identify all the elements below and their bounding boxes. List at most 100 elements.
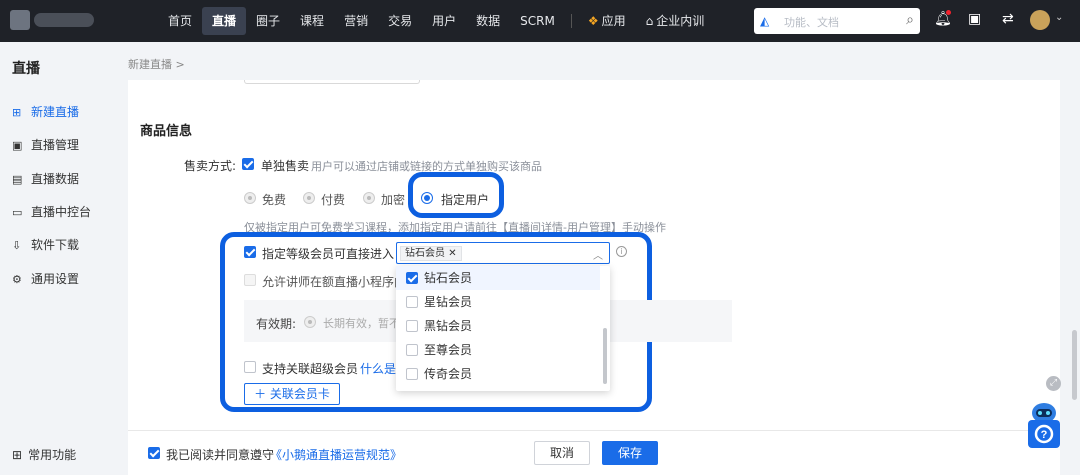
info-icon[interactable]: i [616,246,627,257]
nav-data[interactable]: 数据 [466,7,510,35]
download-icon: ⇩ [12,239,22,252]
training-icon: ⌂ [645,14,654,28]
common-functions-label: 常用功能 [28,448,77,462]
radio-free-label: 免费 [262,193,287,207]
nav-apps[interactable]: ❖ 应用 [578,7,636,35]
new-live-icon: ⊞ [12,106,22,119]
tag-close-icon[interactable]: ✕ [448,248,456,259]
radio-free[interactable] [244,192,256,204]
search-input[interactable]: 功能、文档 [784,14,839,30]
dropdown-option-supreme[interactable]: 至尊会员 [396,338,600,362]
sidebar-item-settings[interactable]: ⚙ 通用设置 [12,269,79,289]
what-is-super-member-link[interactable]: 什么是 [360,360,396,377]
selected-member-tag-label: 钻石会员 [405,248,445,259]
sidebar-item-new-live[interactable]: ⊞ 新建直播 [12,102,79,122]
validity-label: 有效期: [256,317,297,331]
nav-live[interactable]: 直播 [202,7,247,35]
sale-mode-label: 售卖方式: [184,159,237,173]
common-functions[interactable]: ⊞ 常用功能 [12,446,76,463]
console-icon: ▭ [12,206,23,219]
radio-paid[interactable] [303,192,315,204]
sidebar-item-label: 新建直播 [31,105,80,119]
help-robot-icon[interactable]: ? [1028,400,1060,448]
nav-home[interactable]: 首页 [158,7,202,35]
option-label: 黑钻会员 [424,319,473,333]
main-nav: 首页 直播 圈子 课程 营销 交易 用户 数据 SCRM ❖ 应用 ⌂ 企业内训 [158,7,714,35]
radio-encrypted[interactable] [363,192,375,204]
notification-dot [946,10,951,15]
super-member-checkbox[interactable] [244,361,256,373]
member-level-select[interactable]: 钻石会员 ✕ ︿ [396,242,610,264]
chevron-up-icon[interactable]: ︿ [593,247,603,262]
selected-member-tag: 钻石会员 ✕ [400,246,462,261]
expand-icon[interactable]: ⤢ [1046,376,1061,391]
save-button[interactable]: 保存 [602,441,658,465]
nav-circle[interactable]: 圈子 [246,7,290,35]
sidebar-item-label: 直播管理 [31,138,80,152]
member-level-checkbox[interactable] [244,246,256,258]
add-member-card-label: 关联会员卡 [269,387,330,401]
nav-training[interactable]: ⌂ 企业内训 [636,7,715,35]
dropdown-scrollbar[interactable] [603,328,607,384]
nav-users[interactable]: 用户 [422,7,466,35]
sidebar-item-download[interactable]: ⇩ 软件下载 [12,235,79,255]
option-checkbox[interactable] [406,344,418,356]
radio-paid-label: 付费 [321,193,346,207]
manage-icon: ▣ [12,139,23,152]
section-title: 商品信息 [140,124,193,139]
dropdown-option-black-diamond[interactable]: 黑钻会员 [396,314,600,338]
dropdown-option-star-diamond[interactable]: 星钻会员 [396,290,600,314]
data-icon: ▤ [12,173,23,186]
option-checkbox[interactable] [406,272,418,284]
option-checkbox[interactable] [406,368,418,380]
apps-grid-icon: ❖ [587,14,599,28]
app-logo[interactable] [10,10,30,30]
grid-icon: ⊞ [12,448,23,462]
validity-value: 长期有效，暂不 [323,317,400,330]
nav-divider [570,14,572,28]
avatar[interactable] [1030,10,1050,30]
nav-scrm[interactable]: SCRM [510,7,565,35]
add-member-card-button[interactable]: ＋ 关联会员卡 [244,383,340,405]
sidebar-item-label: 通用设置 [31,272,80,286]
main-form: 商品信息 售卖方式: 单独售卖 用户可以通过店铺或链接的方式单独购买该商品 免费… [128,80,1060,430]
gear-icon: ⚙ [12,273,22,286]
form-footer: 我已阅读并同意遵守 《小鹅通直播运营规范》 取消 保存 [128,430,1060,475]
sidebar-item-live-data[interactable]: ▤ 直播数据 [12,169,79,189]
option-checkbox[interactable] [406,296,418,308]
sidebar-item-live-manage[interactable]: ▣ 直播管理 [12,135,79,155]
page-scrollbar[interactable] [1072,330,1077,400]
cancel-button[interactable]: 取消 [534,441,590,465]
sidebar: 直播 ⊞ 新建直播 ▣ 直播管理 ▤ 直播数据 ▭ 直播中控台 ⇩ 软件下载 ⚙ 通用设置 [0,42,112,475]
agree-text: 我已阅读并同意遵守 [166,448,275,462]
search-brand-icon: ◭ [760,14,770,28]
sidebar-item-label: 软件下载 [31,238,80,252]
highlight-specified-user [408,172,504,218]
previous-field [244,80,420,84]
search-box[interactable]: ◭ 功能、文档 ⌕ [754,8,920,34]
option-checkbox[interactable] [406,320,418,332]
store-icon[interactable]: ▣ [968,11,981,27]
validity-radio[interactable] [304,316,316,328]
top-navigation-bar: 首页 直播 圈子 课程 营销 交易 用户 数据 SCRM ❖ 应用 ⌂ 企业内训 ◭… [0,0,1080,42]
agree-checkbox[interactable] [148,447,160,459]
nav-training-label: 企业内训 [656,14,705,28]
switch-icon[interactable]: ⇄ [1002,11,1014,27]
allow-lecturer-label: 允许讲师在额直播小程序内邀 [262,275,419,289]
dropdown-option-legend[interactable]: 传奇会员 [396,362,600,386]
sidebar-item-live-console[interactable]: ▭ 直播中控台 [12,202,91,222]
operation-rules-link[interactable]: 《小鹅通直播运营规范》 [270,446,402,463]
nav-course[interactable]: 课程 [290,7,334,35]
single-sale-checkbox[interactable] [242,158,254,170]
search-icon[interactable]: ⌕ [906,12,914,28]
breadcrumb[interactable]: 新建直播 > [128,56,185,72]
nav-marketing[interactable]: 营销 [334,7,378,35]
allow-lecturer-checkbox[interactable] [244,274,256,286]
option-label: 钻石会员 [424,271,473,285]
nav-trade[interactable]: 交易 [378,7,422,35]
dropdown-option-diamond[interactable]: 钻石会员 [396,266,600,290]
shop-name-blurred [34,13,94,27]
chevron-down-icon[interactable]: ⌄ [1055,12,1063,23]
member-level-label: 指定等级会员可直接进入 [262,247,395,261]
sidebar-item-label: 直播中控台 [31,205,92,219]
